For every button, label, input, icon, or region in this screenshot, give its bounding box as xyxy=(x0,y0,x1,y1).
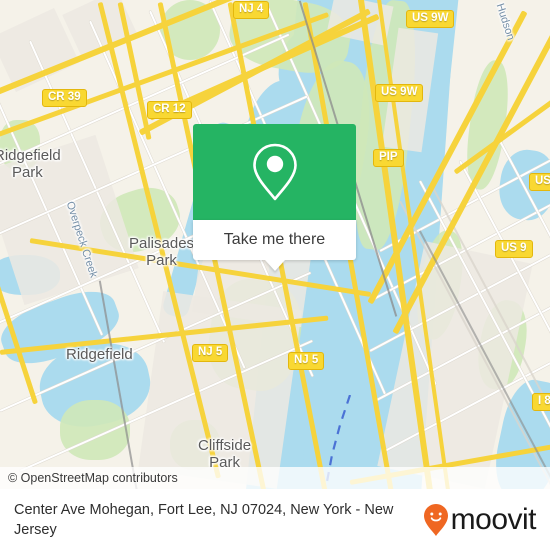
urban-block xyxy=(0,134,139,306)
location-callout-card[interactable]: Take me there xyxy=(193,124,356,271)
callout-icon-area xyxy=(193,124,356,220)
map-pin-icon xyxy=(252,143,297,201)
callout-tail-pointer xyxy=(264,260,285,271)
attribution-text: © OpenStreetMap contributors xyxy=(8,471,178,485)
moovit-brand[interactable]: moovit xyxy=(423,502,537,537)
map-attribution: © OpenStreetMap contributors xyxy=(0,467,550,489)
location-title: Center Ave Mohegan, Fort Lee, NJ 07024, … xyxy=(14,501,394,538)
moovit-wordmark: moovit xyxy=(450,502,537,536)
highway-shield: NJ 5 xyxy=(192,344,229,362)
take-me-there-button[interactable]: Take me there xyxy=(193,220,356,260)
highway-shield: CR 12 xyxy=(147,101,192,119)
highway-shield: CR 39 xyxy=(42,89,87,107)
highway-shield: US 9W xyxy=(375,84,424,102)
take-me-there-label: Take me there xyxy=(223,231,326,248)
highway-shield: NJ 4 xyxy=(233,1,270,19)
highway-shield: US 9 xyxy=(495,240,533,258)
moovit-smiley-pin-icon xyxy=(423,503,448,536)
highway-shield: US 9W xyxy=(406,10,455,28)
highway-shield: PIP xyxy=(373,149,404,167)
footer-bar: Center Ave Mohegan, Fort Lee, NJ 07024, … xyxy=(0,489,550,550)
highway-shield: I 8 xyxy=(532,393,550,411)
screenshot-root: Ridgefield Park Palisades Park Ridgefield … xyxy=(0,0,550,550)
highway-shield: US xyxy=(529,173,550,191)
highway-shield: NJ 5 xyxy=(288,352,325,370)
park-area xyxy=(60,400,130,460)
